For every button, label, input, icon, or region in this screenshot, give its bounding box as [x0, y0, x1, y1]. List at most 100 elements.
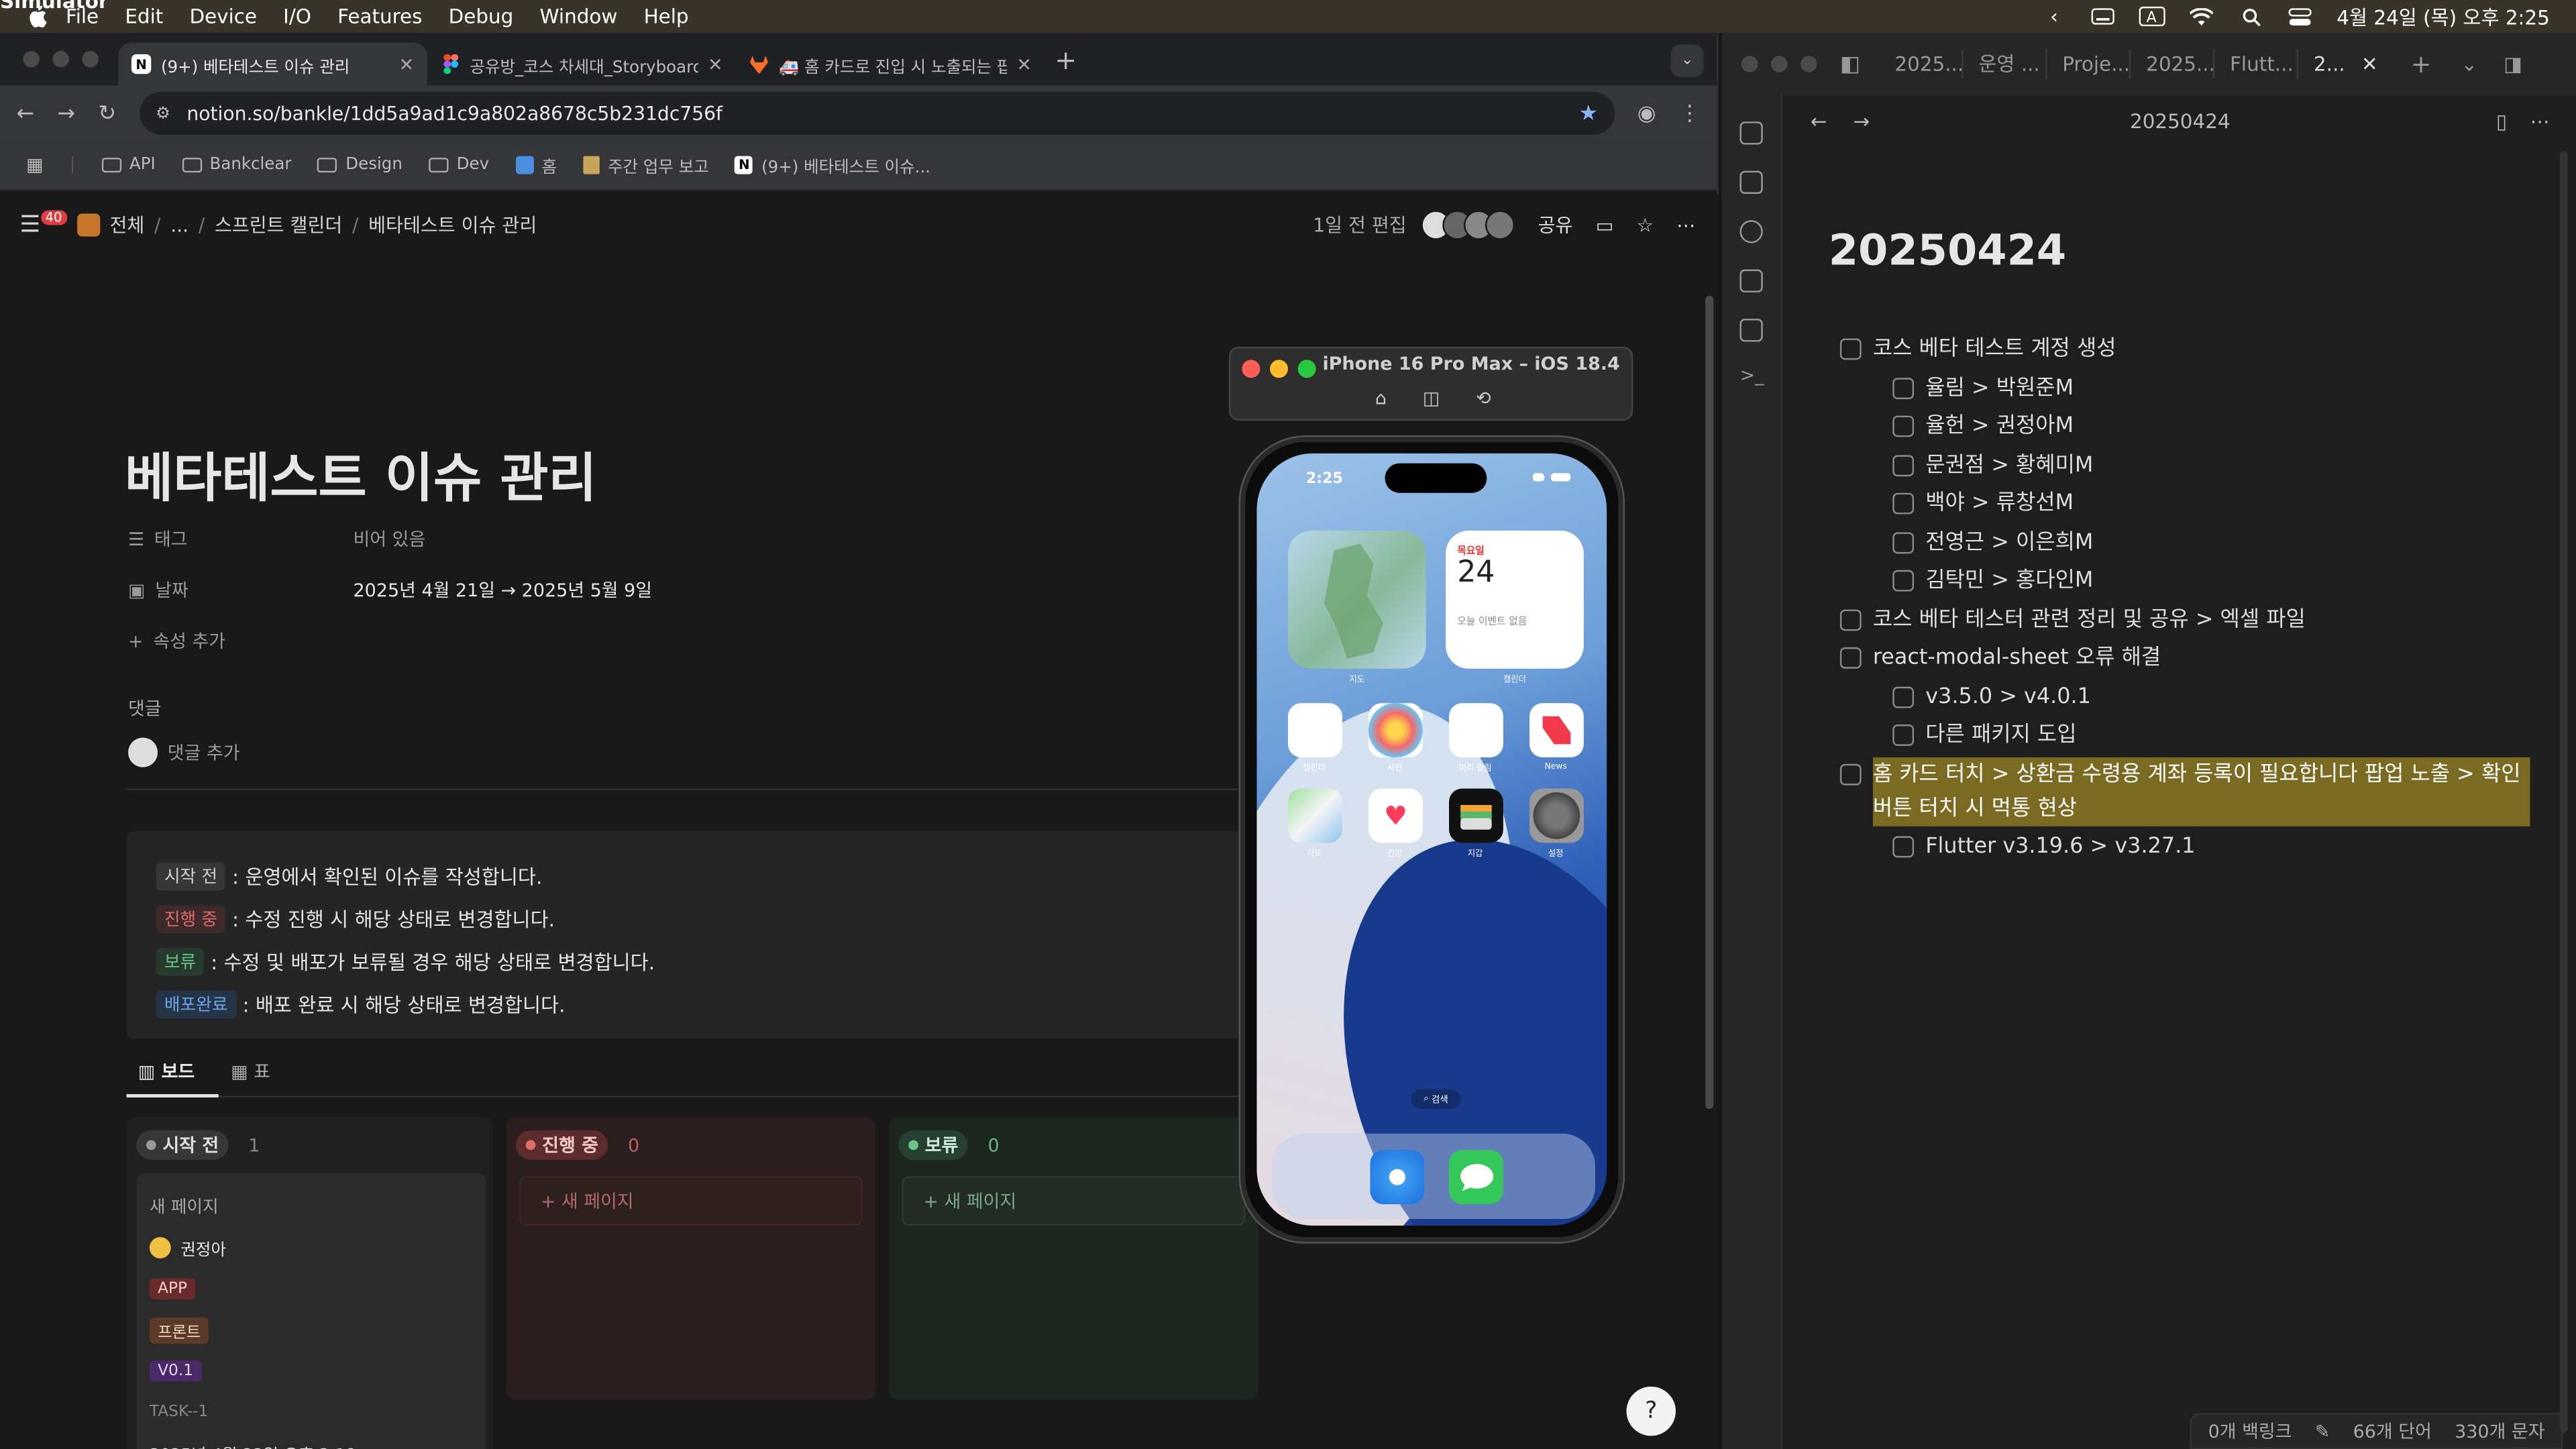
calendar-icon[interactable] [1739, 170, 1763, 194]
photos-app-icon[interactable] [1368, 703, 1423, 757]
tab-gitlab[interactable]: 🚑 홈 카드로 진입 시 노출되는 팝업 ✕ [736, 43, 1044, 86]
wallet-app-icon[interactable] [1449, 788, 1503, 843]
maps-app-icon[interactable] [1288, 788, 1342, 843]
address-bar[interactable]: ⚙ notion.so/bankle/1dd5a9ad1c9a802a8678c… [139, 92, 1615, 135]
new-tab-icon[interactable]: + [2411, 49, 2432, 78]
task-checkbox[interactable] [1892, 454, 1915, 476]
ios-home-screen[interactable]: 2:25 지도 목요일 24 오늘 이벤트 없음 캘린더 캘린더 사진 미리 알… [1256, 453, 1607, 1226]
close-window-button[interactable] [1741, 56, 1758, 72]
forward-icon[interactable]: → [57, 101, 75, 126]
news-app-icon[interactable] [1529, 703, 1584, 757]
close-tab-icon[interactable]: ✕ [708, 54, 723, 75]
column-header[interactable]: 진행 중 0 [506, 1117, 875, 1173]
backlinks-count[interactable]: 0개 백링크 [2208, 1417, 2292, 1444]
bookmark-folder-bankclear[interactable]: Bankclear [181, 156, 291, 174]
task-checkbox[interactable] [1892, 686, 1915, 708]
zoom-window-button[interactable] [1297, 360, 1316, 378]
back-icon[interactable]: ← [16, 101, 34, 126]
note-scrollbar[interactable] [2559, 151, 2568, 1433]
comment-icon[interactable]: ▭ [1596, 213, 1614, 236]
share-button[interactable]: 공유 [1538, 212, 1573, 238]
add-property-button[interactable]: + 속성 추가 [128, 628, 225, 654]
favorite-star-icon[interactable]: ☆ [1637, 213, 1654, 236]
bookmark-folder-api[interactable]: API [101, 156, 156, 174]
task-text[interactable]: 코스 베타 테스터 관련 정리 및 공유 > 엑셀 파일 [1873, 602, 2306, 637]
screenshot-icon[interactable]: ◫ [1423, 388, 1440, 409]
menu-edit[interactable]: Edit [125, 5, 163, 28]
back-icon[interactable]: ← [1811, 110, 1827, 133]
task-text[interactable]: Flutter v3.19.6 > v3.27.1 [1925, 830, 2195, 864]
tab-board[interactable]: ▥ 보드 [138, 1058, 195, 1084]
breadcrumb-current[interactable]: 베타테스트 이슈 관리 [368, 212, 537, 238]
task-text[interactable]: v3.5.0 > v4.0.1 [1925, 680, 2091, 714]
calendar-app-icon[interactable] [1288, 703, 1342, 757]
obsidian-tab[interactable]: 2025... [1880, 49, 1964, 79]
terminal-icon[interactable]: >_ [1739, 365, 1764, 386]
reading-view-icon[interactable]: ▯ [2496, 110, 2507, 133]
property-date[interactable]: ▣ 날짜 2025년 4월 21일 → 2025년 5월 9일 [128, 577, 652, 603]
more-menu-icon[interactable]: ⋮ [1679, 101, 1701, 126]
bookmark-star-icon[interactable]: ★ [1578, 101, 1598, 126]
sidebar-menu-icon[interactable]: ☰ [19, 212, 40, 238]
collaborator-avatars[interactable] [1421, 210, 1515, 240]
reload-icon[interactable]: ↻ [98, 101, 116, 126]
files-icon[interactable] [1739, 121, 1763, 145]
maps-widget[interactable] [1288, 531, 1426, 669]
column-header[interactable]: 보류 0 [889, 1117, 1258, 1173]
tab-list-icon[interactable]: ⌄ [2461, 52, 2477, 75]
more-options-icon[interactable]: ⋯ [2530, 110, 2549, 133]
task-checkbox[interactable] [1839, 338, 1862, 360]
wifi-icon[interactable] [2189, 7, 2215, 26]
task-checkbox[interactable] [1892, 492, 1915, 515]
zoom-window-button[interactable] [1801, 56, 1817, 72]
task-checkbox[interactable] [1892, 377, 1915, 398]
task-checkbox[interactable] [1839, 608, 1862, 631]
menubar-datetime[interactable]: 4월 24일 (목) 오후 2:25 [2337, 3, 2550, 31]
bookmark-beta-test[interactable]: N (9+) 베타테스트 이슈... [735, 153, 930, 177]
apps-grid-icon[interactable]: ▦ [26, 154, 43, 176]
site-info-icon[interactable]: ⚙ [156, 105, 170, 123]
tab-notion[interactable]: N (9+) 베타테스트 이슈 관리 ✕ [118, 42, 427, 86]
tab-table[interactable]: ▦ 표 [231, 1058, 270, 1084]
tab-figma[interactable]: 공유방_코스 차세대_Storyboard ✕ [427, 43, 736, 86]
canvas-icon[interactable] [1739, 269, 1763, 292]
task-checkbox[interactable] [1892, 531, 1915, 553]
right-sidebar-icon[interactable]: ◨ [2504, 52, 2522, 75]
menu-io[interactable]: I/O [283, 5, 311, 28]
zoom-window-button[interactable] [82, 50, 99, 68]
breadcrumb-sprint-calendar[interactable]: 스프린트 캘린더 [215, 212, 342, 238]
settings-app-icon[interactable] [1529, 788, 1584, 843]
task-text[interactable]: react-modal-sheet 오류 해결 [1873, 641, 2161, 675]
safari-app-icon[interactable] [1370, 1150, 1425, 1205]
input-source-icon[interactable]: A [2139, 6, 2166, 27]
task-text[interactable]: 백야 > 류창선M [1925, 486, 2074, 521]
note-title-bar[interactable]: 20250424 [1784, 110, 2576, 133]
menu-debug[interactable]: Debug [449, 5, 514, 28]
minimize-window-button[interactable] [1771, 56, 1788, 72]
sidebar-toggle-icon[interactable]: ◧ [1840, 52, 1860, 76]
copy-icon[interactable] [1739, 319, 1763, 342]
menu-window[interactable]: Window [539, 5, 617, 28]
add-comment-field[interactable]: 댓글 추가 [128, 737, 240, 767]
edit-icon[interactable]: ✎ [2315, 1420, 2330, 1442]
profile-icon[interactable]: ◉ [1638, 101, 1656, 126]
close-tab-icon[interactable]: ✕ [2361, 52, 2378, 75]
new-page-button[interactable]: + 새 페이지 [519, 1176, 863, 1226]
page-title[interactable]: 베타테스트 이슈 관리 [125, 437, 596, 513]
calendar-widget[interactable]: 목요일 24 오늘 이벤트 없음 [1446, 531, 1584, 669]
column-header[interactable]: 시작 전 1 [127, 1117, 493, 1173]
board-card[interactable]: 새 페이지 권정아 APP 프론트 V0.1 TASK--1 2025년 4월 … [136, 1173, 486, 1449]
menu-help[interactable]: Help [644, 5, 689, 28]
menu-device[interactable]: Device [189, 5, 257, 28]
health-app-icon[interactable]: ♥ [1368, 788, 1423, 843]
url-text[interactable]: notion.so/bankle/1dd5a9ad1c9a802a8678c5b… [186, 102, 722, 125]
page-scrollbar[interactable] [1705, 295, 1714, 1110]
note-heading[interactable]: 20250424 [1829, 227, 2066, 276]
spotlight-search-pill[interactable]: ⌕ 검색 [1411, 1089, 1461, 1110]
rotate-icon[interactable]: ⟲ [1476, 388, 1491, 409]
task-checkbox[interactable] [1892, 570, 1915, 592]
task-text[interactable]: 김탁민 > 홍다인M [1925, 564, 2093, 598]
control-center-icon[interactable] [2288, 7, 2314, 26]
property-value[interactable]: 2025년 4월 21일 → 2025년 5월 9일 [354, 577, 652, 603]
obsidian-tab[interactable]: Flutt... [2215, 49, 2299, 79]
